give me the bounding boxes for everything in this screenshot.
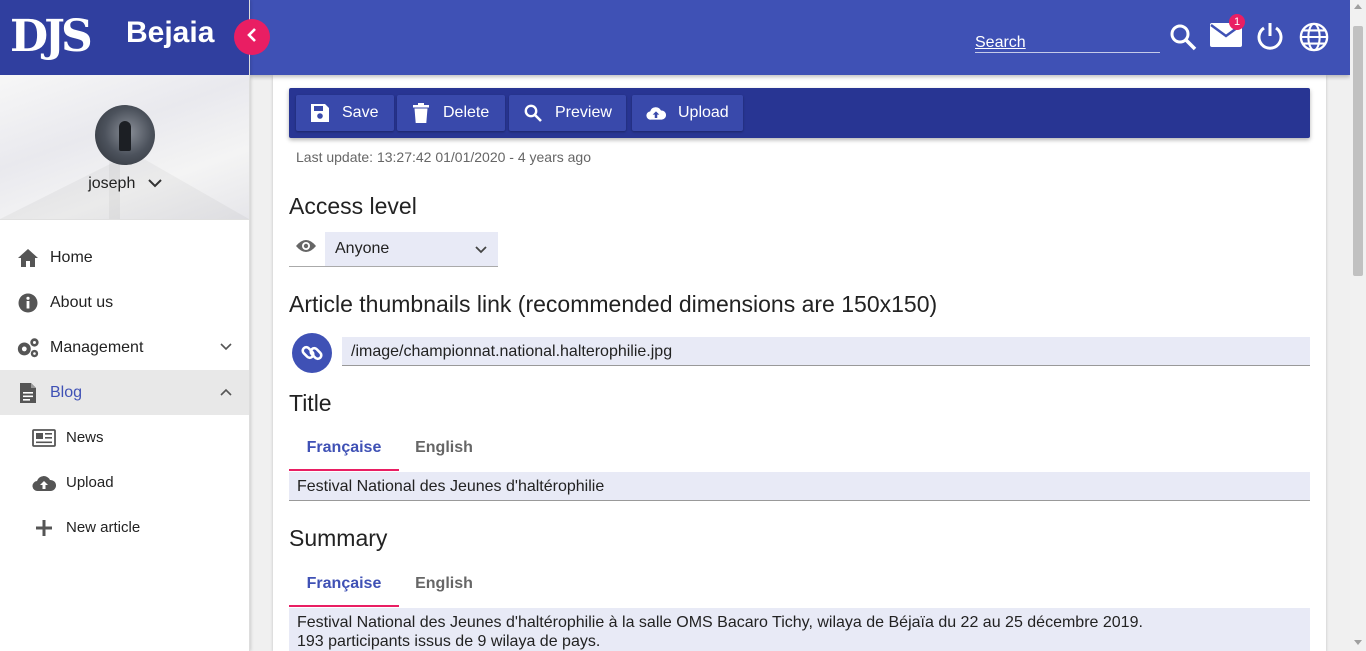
sidebar-item-management[interactable]: Management xyxy=(0,325,249,370)
preview-label: Preview xyxy=(555,104,612,121)
cloud-upload-icon xyxy=(32,471,56,495)
logo[interactable]: DJS xyxy=(10,8,93,66)
delete-label: Delete xyxy=(443,104,490,121)
avatar[interactable] xyxy=(95,105,155,165)
sidebar-item-label: About us xyxy=(50,293,114,311)
chevron-down-icon xyxy=(148,175,162,193)
thumbnail-heading: Article thumbnails link (recommended dim… xyxy=(289,291,938,317)
newspaper-icon xyxy=(32,426,56,450)
plus-icon xyxy=(32,516,56,540)
title-language-tabs: Française English xyxy=(289,428,489,471)
user-menu[interactable]: joseph xyxy=(0,175,250,193)
save-icon xyxy=(310,103,330,123)
thumbnail-link-input[interactable]: /image/championnat.national.halterophili… xyxy=(342,337,1310,366)
summary-language-tabs: Française English xyxy=(289,564,489,607)
link-icon xyxy=(292,333,332,373)
sidebar-item-blog[interactable]: Blog xyxy=(0,370,249,415)
summary-textarea[interactable]: Festival National des Jeunes d'haltéroph… xyxy=(289,608,1310,651)
sidebar-item-label: Management xyxy=(50,338,144,356)
cloud-upload-icon xyxy=(646,103,666,123)
preview-button[interactable]: Preview xyxy=(509,95,626,131)
search-icon xyxy=(523,103,543,123)
tab-title-french[interactable]: Française xyxy=(289,428,399,471)
home-icon xyxy=(16,246,40,270)
document-icon xyxy=(16,381,40,405)
access-level-value[interactable]: Anyone xyxy=(325,232,498,266)
sidebar-item-label: Blog xyxy=(50,383,83,401)
access-level-select[interactable]: Anyone xyxy=(289,232,498,267)
sidebar-item-label: Home xyxy=(50,248,93,266)
sidebar-item-upload[interactable]: Upload xyxy=(0,460,249,505)
chevron-up-icon xyxy=(219,384,233,402)
tab-title-english[interactable]: English xyxy=(399,428,489,471)
article-editor: Save Delete Preview Upload Last update: … xyxy=(273,75,1326,651)
sidebar-item-label: Upload xyxy=(66,474,114,491)
globe-icon[interactable] xyxy=(1299,22,1329,52)
username-label: joseph xyxy=(88,175,136,193)
sidebar-item-label: News xyxy=(66,429,104,446)
upload-button[interactable]: Upload xyxy=(632,95,743,131)
sidebar-nav: Home About us Management Blog News Uploa… xyxy=(0,235,249,550)
delete-button[interactable]: Delete xyxy=(397,95,505,131)
summary-line: Festival National des Jeunes d'haltéroph… xyxy=(297,614,1143,631)
chevron-down-icon xyxy=(219,339,233,357)
save-button[interactable]: Save xyxy=(296,95,394,131)
tab-summary-english[interactable]: English xyxy=(399,564,489,607)
mail-badge: 1 xyxy=(1229,14,1245,30)
trash-icon xyxy=(411,103,431,123)
summary-heading: Summary xyxy=(289,525,388,551)
scrollbar[interactable] xyxy=(1350,0,1366,651)
sidebar-item-label: New article xyxy=(66,519,141,536)
tab-summary-french[interactable]: Française xyxy=(289,564,399,607)
eye-icon xyxy=(295,238,317,259)
sidebar-item-new-article[interactable]: New article xyxy=(0,505,249,550)
brand-city: Bejaia xyxy=(126,16,215,49)
title-input[interactable]: Festival National des Jeunes d'haltéroph… xyxy=(289,472,1310,501)
sidebar-item-home[interactable]: Home xyxy=(0,235,249,280)
user-panel: joseph xyxy=(0,75,249,220)
collapse-sidebar-button[interactable] xyxy=(234,19,270,55)
editor-toolbar: Save Delete Preview Upload xyxy=(289,88,1310,138)
search-input[interactable] xyxy=(975,33,1160,53)
mail-button[interactable]: 1 xyxy=(1210,14,1245,52)
scroll-thumb[interactable] xyxy=(1353,26,1363,276)
info-icon xyxy=(16,291,40,315)
last-update-text: Last update: 13:27:42 01/01/2020 - 4 yea… xyxy=(296,149,592,165)
title-heading: Title xyxy=(289,390,332,416)
save-label: Save xyxy=(342,104,379,121)
chevron-left-icon xyxy=(246,27,258,47)
chevron-down-icon xyxy=(474,242,488,260)
sidebar-item-about[interactable]: About us xyxy=(0,280,249,325)
power-icon[interactable] xyxy=(1255,22,1285,52)
scroll-down-arrow[interactable] xyxy=(1354,640,1362,645)
search-icon[interactable] xyxy=(1168,22,1198,52)
search-field xyxy=(975,33,1160,53)
sidebar-item-news[interactable]: News xyxy=(0,415,249,460)
gears-icon xyxy=(16,336,40,360)
top-bar: 1 xyxy=(250,0,1350,75)
upload-label: Upload xyxy=(678,104,729,121)
access-level-heading: Access level xyxy=(289,193,417,219)
brand-header: DJS Bejaia xyxy=(0,0,249,75)
sidebar: DJS Bejaia joseph Home About us Manageme… xyxy=(0,0,250,651)
summary-line: 193 participants issus de 9 wilaya de pa… xyxy=(297,633,601,650)
scroll-up-arrow[interactable] xyxy=(1354,4,1362,9)
access-level-label: Anyone xyxy=(335,240,390,257)
